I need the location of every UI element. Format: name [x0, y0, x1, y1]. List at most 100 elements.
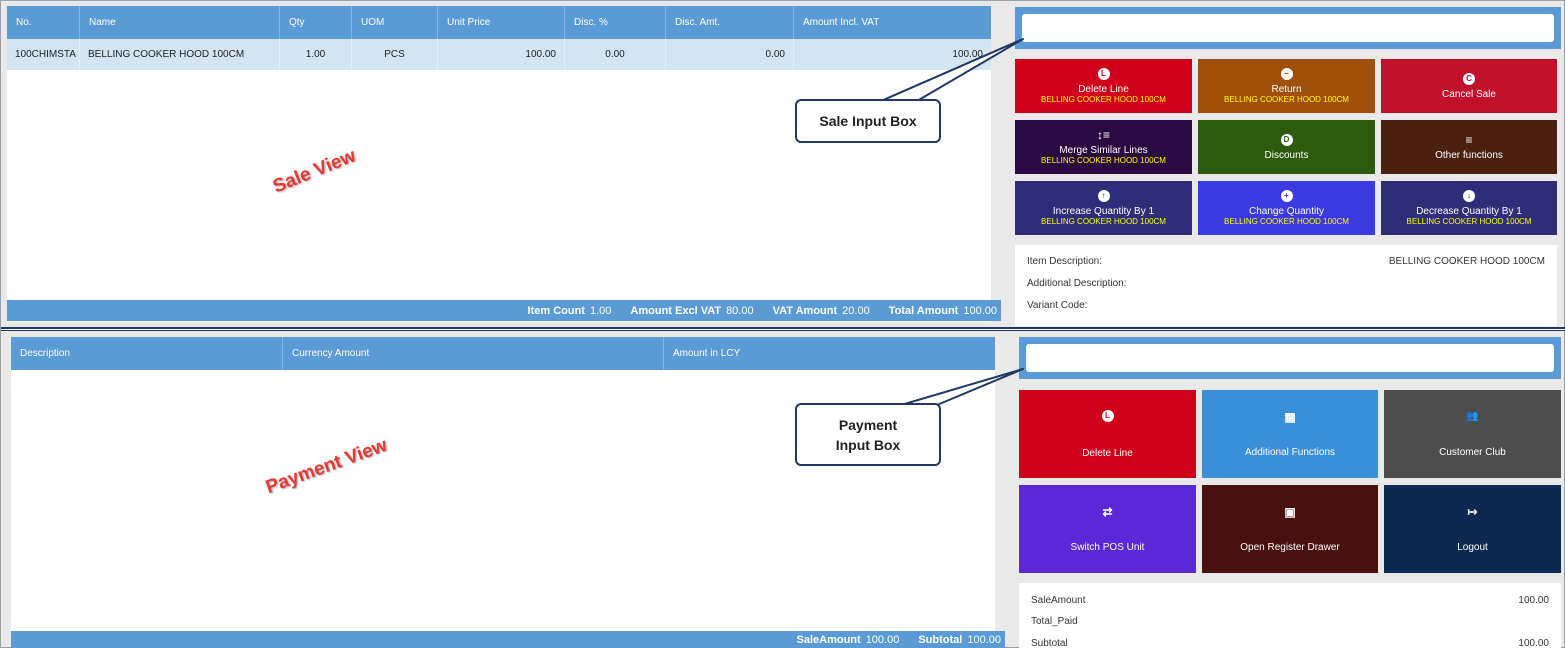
- item-description-label: Item Description:: [1027, 256, 1103, 267]
- button-sublabel: BELLING COOKER HOOD 100CM: [1041, 94, 1166, 104]
- cell-no: 100CHIMSTA: [7, 39, 80, 70]
- cell-qty: 1.00: [280, 39, 352, 70]
- payment-delete-line-button[interactable]: L Delete Line: [1019, 390, 1196, 478]
- col-header-name[interactable]: Name: [80, 6, 280, 39]
- drawer-icon: ▣: [1284, 504, 1296, 519]
- button-label: Open Register Drawer: [1240, 541, 1340, 553]
- sale-input-box-callout: Sale Input Box: [795, 99, 941, 143]
- col-header-disc-amt[interactable]: Disc. Amt.: [666, 6, 794, 39]
- other-functions-button[interactable]: ≡ Other functions: [1381, 120, 1557, 174]
- sort-lines-icon: ↕≡: [1096, 127, 1110, 142]
- item-count-label: Item Count: [527, 304, 585, 317]
- button-sublabel: BELLING COOKER HOOD 100CM: [1224, 94, 1349, 104]
- sale-amount-label: SaleAmount: [796, 634, 861, 646]
- sale-grid-header: No. Name Qty UOM Unit Price Disc. % Disc…: [7, 6, 991, 39]
- item-description-value: BELLING COOKER HOOD 100CM: [1388, 256, 1545, 267]
- arrow-down-circle-icon: ↓: [1463, 189, 1475, 202]
- cell-uom: PCS: [352, 39, 438, 70]
- view-divider: [1, 327, 1565, 331]
- menu-icon: ≡: [1465, 132, 1473, 147]
- circle-d-icon: D: [1280, 133, 1293, 146]
- col-header-disc-pct[interactable]: Disc. %: [565, 6, 666, 39]
- col-header-qty[interactable]: Qty: [280, 6, 352, 39]
- delete-line-button[interactable]: L Delete Line BELLING COOKER HOOD 100CM: [1015, 59, 1192, 113]
- col-header-description[interactable]: Description: [11, 337, 283, 370]
- additional-functions-button[interactable]: ▦ Additional Functions: [1202, 390, 1378, 478]
- payment-sale-amount-value: 100.00: [1518, 595, 1549, 606]
- table-row[interactable]: 100CHIMSTA BELLING COOKER HOOD 100CM 1.0…: [7, 39, 991, 70]
- cell-unit-price: 100.00: [438, 39, 565, 70]
- change-quantity-button[interactable]: + Change Quantity BELLING COOKER HOOD 10…: [1198, 181, 1375, 235]
- col-header-amount-lcy[interactable]: Amount in LCY: [664, 337, 995, 370]
- button-label: Increase Quantity By 1: [1052, 205, 1155, 217]
- col-header-unit-price[interactable]: Unit Price: [438, 6, 565, 39]
- col-header-currency-amount[interactable]: Currency Amount: [283, 337, 664, 370]
- button-label: Discounts: [1264, 149, 1309, 161]
- circle-l-icon: L: [1097, 67, 1110, 80]
- switch-pos-unit-button[interactable]: ⇄ Switch POS Unit: [1019, 485, 1196, 573]
- amount-excl-vat-label: Amount Excl VAT: [630, 304, 722, 317]
- logout-button[interactable]: ↦ Logout: [1384, 485, 1561, 573]
- payment-grid-panel: [11, 337, 995, 637]
- screen-frame: No. Name Qty UOM Unit Price Disc. % Disc…: [0, 0, 1565, 648]
- button-label: Delete Line: [1082, 447, 1133, 459]
- total-amount-value: 100.00: [963, 304, 997, 317]
- variant-code-label: Variant Code:: [1027, 300, 1088, 311]
- switch-arrows-icon: ⇄: [1102, 504, 1113, 519]
- button-label: Logout: [1457, 541, 1488, 553]
- sale-input-box[interactable]: [1022, 14, 1554, 42]
- decrease-quantity-button[interactable]: ↓ Decrease Quantity By 1 BELLING COOKER …: [1381, 181, 1557, 235]
- total-amount-label: Total Amount: [888, 304, 959, 317]
- col-header-uom[interactable]: UOM: [352, 6, 438, 39]
- logout-icon: ↦: [1467, 504, 1478, 519]
- button-label: Customer Club: [1439, 446, 1506, 458]
- additional-description-label: Additional Description:: [1027, 278, 1127, 289]
- callout-label-line1: Payment: [838, 416, 898, 433]
- return-button[interactable]: − Return BELLING COOKER HOOD 100CM: [1198, 59, 1375, 113]
- payment-sale-amount-label: SaleAmount: [1031, 595, 1086, 606]
- circle-c-icon: C: [1463, 72, 1475, 85]
- vat-amount-label: VAT Amount: [772, 304, 838, 317]
- callout-label: Sale Input Box: [819, 113, 917, 129]
- button-label: Return: [1271, 83, 1302, 95]
- open-register-drawer-button[interactable]: ▣ Open Register Drawer: [1202, 485, 1378, 573]
- button-label: Other functions: [1435, 149, 1503, 161]
- circle-minus-icon: −: [1280, 67, 1293, 80]
- payment-input-box[interactable]: [1026, 344, 1554, 372]
- payment-input-box-callout: Payment Input Box: [795, 403, 941, 466]
- payment-grid-header: Description Currency Amount Amount in LC…: [11, 337, 995, 370]
- subtotal-value: 100.00: [967, 634, 1001, 646]
- amount-excl-vat-value: 80.00: [726, 304, 754, 317]
- cell-name: BELLING COOKER HOOD 100CM: [80, 39, 280, 70]
- payment-totals-bar: SaleAmount 100.00 Subtotal 100.00: [11, 631, 1005, 648]
- cell-disc-pct: 0.00: [565, 39, 666, 70]
- payment-input-box-container: [1019, 337, 1561, 379]
- payment-subtotal-label: Subtotal: [1031, 638, 1068, 648]
- cancel-sale-button[interactable]: C Cancel Sale: [1381, 59, 1557, 113]
- col-header-no[interactable]: No.: [7, 6, 80, 39]
- button-label: Cancel Sale: [1442, 88, 1496, 100]
- increase-quantity-button[interactable]: ↑ Increase Quantity By 1 BELLING COOKER …: [1015, 181, 1192, 235]
- item-info-panel: Item Description: BELLING COOKER HOOD 10…: [1015, 245, 1557, 326]
- circle-l-icon: L: [1101, 409, 1114, 422]
- button-sublabel: BELLING COOKER HOOD 100CM: [1406, 216, 1532, 226]
- button-sublabel: BELLING COOKER HOOD 100CM: [1041, 216, 1166, 226]
- vat-amount-value: 20.00: [842, 304, 870, 317]
- cell-amount: 100.00: [952, 49, 983, 60]
- item-count-value: 1.00: [589, 304, 612, 317]
- total-paid-label: Total_Paid: [1031, 616, 1078, 627]
- users-icon: 👥: [1466, 410, 1479, 422]
- button-sublabel: BELLING COOKER HOOD 100CM: [1224, 216, 1349, 226]
- button-label: Additional Functions: [1244, 446, 1336, 458]
- button-label: Delete Line: [1078, 83, 1129, 95]
- button-label: Change Quantity: [1248, 205, 1325, 217]
- payment-info-panel: SaleAmount 100.00 Total_Paid Subtotal 10…: [1019, 583, 1561, 648]
- merge-similar-lines-button[interactable]: ↕≡ Merge Similar Lines BELLING COOKER HO…: [1015, 120, 1192, 174]
- button-label: Switch POS Unit: [1070, 541, 1145, 553]
- button-label: Decrease Quantity By 1: [1416, 205, 1522, 217]
- discounts-button[interactable]: D Discounts: [1198, 120, 1375, 174]
- subtotal-label: Subtotal: [918, 634, 963, 646]
- arrow-up-circle-icon: ↑: [1097, 189, 1110, 202]
- customer-club-button[interactable]: 👥 Customer Club: [1384, 390, 1561, 478]
- col-header-amount[interactable]: Amount Incl. VAT: [794, 6, 991, 39]
